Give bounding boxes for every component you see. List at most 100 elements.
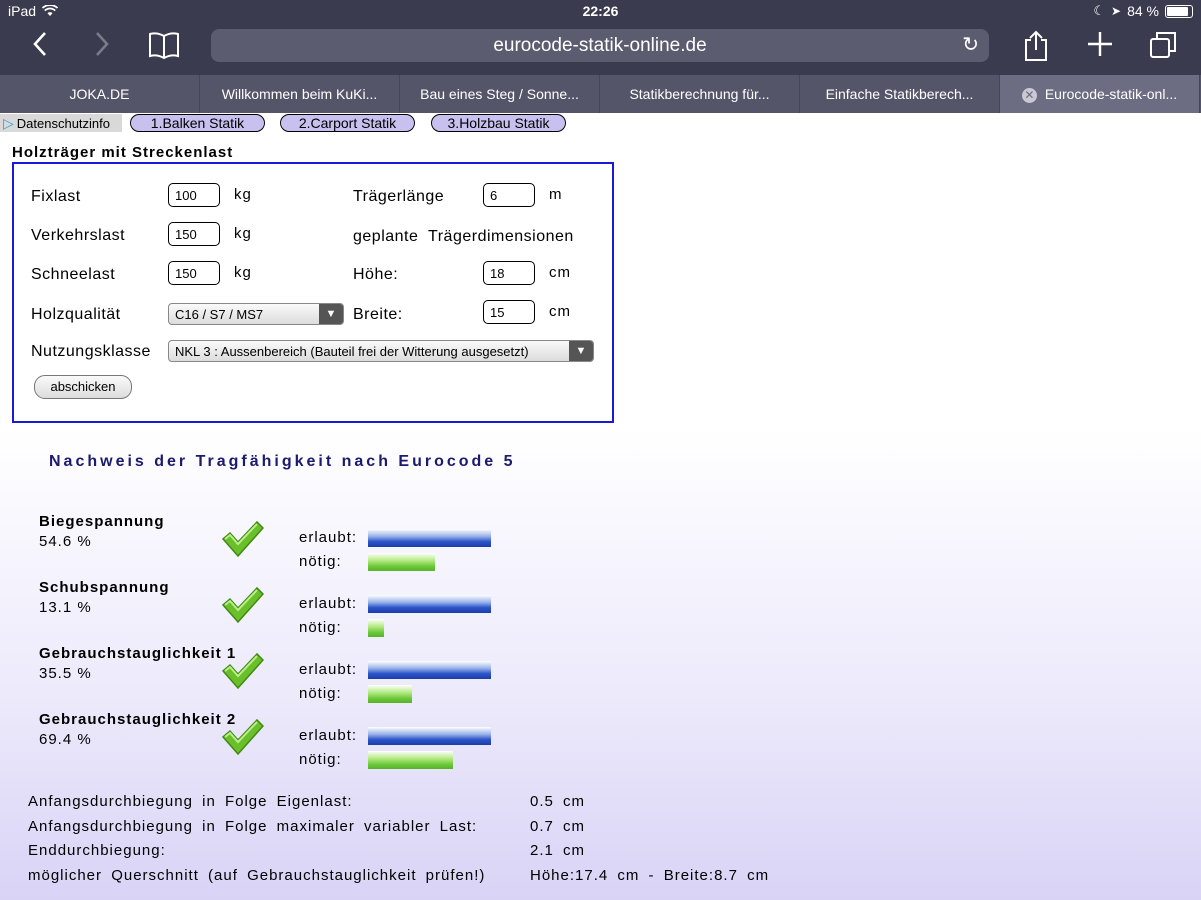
location-arrow-icon: ➤	[1111, 4, 1122, 18]
tab-bar: JOKA.DE Willkommen beim KuKi... Bau eine…	[0, 75, 1201, 113]
bookmarks-icon[interactable]	[144, 30, 184, 66]
check-title: Schubspannung	[39, 579, 170, 596]
nav-holzbau-statik[interactable]: 3.Holzbau Statik	[431, 114, 566, 132]
summary-value: 0.7 cm	[530, 818, 586, 835]
checkmark-icon	[221, 718, 264, 756]
submit-button[interactable]: abschicken	[34, 375, 132, 399]
tab-label: JOKA.DE	[69, 86, 130, 102]
datenschutz-link[interactable]: ▷ Datenschutzinfo	[0, 114, 122, 132]
fixlast-unit: kg	[234, 186, 252, 203]
check-percent: 69.4 %	[39, 731, 92, 748]
nav-balken-statik[interactable]: 1.Balken Statik	[130, 114, 265, 132]
datenschutz-label: Datenschutzinfo	[16, 116, 111, 131]
verkehrslast-input[interactable]: 150	[168, 222, 220, 246]
input-form: Fixlast 100 kg Verkehrslast 150 kg Schne…	[12, 162, 614, 423]
schneelast-unit: kg	[234, 264, 252, 281]
hoehe-label: Höhe:	[353, 266, 399, 283]
tab-label: Statikberechnung für...	[629, 86, 770, 102]
check-percent: 13.1 %	[39, 599, 92, 616]
moon-icon: ☾	[1093, 3, 1106, 18]
battery-icon	[1165, 4, 1193, 18]
holzqualitaet-label: Holzqualität	[31, 306, 121, 323]
check-title: Biegespannung	[39, 513, 165, 530]
tab-label: Eurocode-statik-onl...	[1044, 86, 1178, 102]
allowed-bar	[368, 661, 491, 679]
browser-toolbar: eurocode-statik-online.de ↻	[0, 24, 1201, 75]
schneelast-label: Schneelast	[31, 266, 116, 283]
checkmark-icon	[221, 652, 264, 690]
summary-label: möglicher Querschnitt (auf Gebrauchstaug…	[28, 867, 486, 884]
tab-kuki[interactable]: Willkommen beim KuKi...	[200, 75, 400, 113]
needed-bar	[368, 751, 453, 769]
breite-input[interactable]: 15	[483, 300, 535, 324]
checkmark-icon	[221, 520, 264, 558]
traegerlaenge-label: Trägerlänge	[353, 188, 445, 205]
back-icon[interactable]	[20, 30, 60, 66]
summary-label: Enddurchbiegung:	[28, 842, 166, 859]
breite-unit: cm	[549, 303, 571, 320]
checkmark-icon	[221, 586, 264, 624]
new-tab-icon[interactable]	[1080, 30, 1120, 66]
nutzungsklasse-label: Nutzungsklasse	[31, 343, 151, 360]
url-text: eurocode-statik-online.de	[493, 35, 707, 56]
status-bar: iPad 22:26 ☾ ➤ 84 %	[0, 0, 1201, 24]
allowed-label: erlaubt:	[299, 595, 358, 612]
tab-label: Bau eines Steg / Sonne...	[420, 86, 579, 102]
summary-value: Höhe:17.4 cm - Breite:8.7 cm	[530, 867, 770, 884]
tab-einfache-statik[interactable]: Einfache Statikberech...	[800, 75, 1000, 113]
form-title: Holzträger mit Streckenlast	[12, 144, 234, 161]
close-tab-icon[interactable]: ✕	[1021, 87, 1037, 103]
needed-bar	[368, 619, 384, 637]
check-title: Gebrauchstauglichkeit 2	[39, 711, 237, 728]
hoehe-input[interactable]: 18	[483, 261, 535, 285]
allowed-bar	[368, 595, 491, 613]
needed-bar	[368, 685, 412, 703]
allowed-label: erlaubt:	[299, 661, 358, 678]
schneelast-input[interactable]: 150	[168, 261, 220, 285]
needed-label: nötig:	[299, 619, 342, 636]
allowed-label: erlaubt:	[299, 727, 358, 744]
dropdown-arrow-icon: ▼	[319, 304, 343, 324]
battery-percent: 84 %	[1127, 3, 1159, 19]
reload-icon[interactable]: ↻	[962, 29, 979, 62]
tab-steg[interactable]: Bau eines Steg / Sonne...	[400, 75, 600, 113]
web-page: ▷ Datenschutzinfo 1.Balken Statik 2.Carpo…	[0, 113, 1201, 900]
nutzungsklasse-value: NKL 3 : Aussenbereich (Bauteil frei der …	[175, 344, 529, 359]
results-title: Nachweis der Tragfähigkeit nach Eurocode…	[49, 453, 516, 470]
verkehrslast-unit: kg	[234, 225, 252, 242]
summary-value: 2.1 cm	[530, 842, 586, 859]
nav-carport-statik[interactable]: 2.Carport Statik	[280, 114, 415, 132]
allowed-bar	[368, 529, 491, 547]
allowed-label: erlaubt:	[299, 529, 358, 546]
tabs-overview-icon[interactable]	[1143, 30, 1183, 66]
verkehrslast-label: Verkehrslast	[31, 227, 126, 244]
holzqualitaet-value: C16 / S7 / MS7	[175, 307, 264, 322]
summary-value: 0.5 cm	[530, 793, 586, 810]
fixlast-label: Fixlast	[31, 188, 81, 205]
tab-statikberechnung[interactable]: Statikberechnung für...	[600, 75, 800, 113]
needed-label: nötig:	[299, 685, 342, 702]
tab-label: Einfache Statikberech...	[825, 86, 974, 102]
address-bar[interactable]: eurocode-statik-online.de ↻	[211, 29, 989, 62]
tab-joka[interactable]: JOKA.DE	[0, 75, 200, 113]
tab-eurocode-active[interactable]: ✕ Eurocode-statik-onl...	[1000, 75, 1200, 113]
hoehe-unit: cm	[549, 264, 571, 281]
dropdown-arrow-icon: ▼	[569, 341, 593, 361]
share-icon[interactable]	[1016, 30, 1056, 66]
dimensionen-label: geplante Trägerdimensionen	[353, 228, 574, 245]
fixlast-input[interactable]: 100	[168, 183, 220, 207]
traegerlaenge-unit: m	[549, 186, 563, 203]
needed-bar	[368, 553, 435, 571]
check-percent: 35.5 %	[39, 665, 92, 682]
clock: 22:26	[582, 3, 619, 19]
check-title: Gebrauchstauglichkeit 1	[39, 645, 237, 662]
forward-icon[interactable]	[82, 30, 122, 66]
check-percent: 54.6 %	[39, 533, 92, 550]
holzqualitaet-select[interactable]: C16 / S7 / MS7 ▼	[168, 303, 344, 325]
allowed-bar	[368, 727, 491, 745]
breite-label: Breite:	[353, 306, 403, 323]
summary-label: Anfangsdurchbiegung in Folge Eigenlast:	[28, 793, 353, 810]
play-icon: ▷	[3, 115, 14, 131]
traegerlaenge-input[interactable]: 6	[483, 183, 535, 207]
nutzungsklasse-select[interactable]: NKL 3 : Aussenbereich (Bauteil frei der …	[168, 340, 594, 362]
